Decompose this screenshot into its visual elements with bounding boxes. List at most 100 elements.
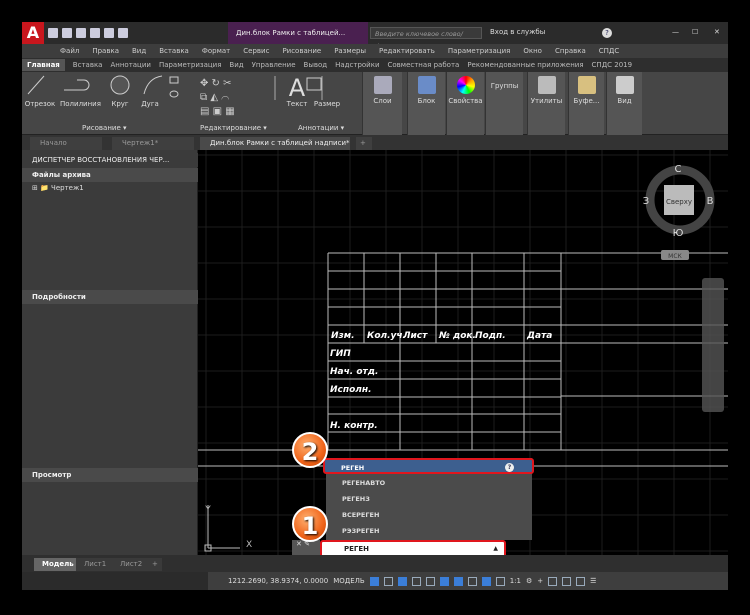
suggestion-regenall[interactable]: ВСЕРЕГЕН [326,507,532,523]
tab-sheet2[interactable]: Лист2 [112,558,151,571]
panel-block[interactable]: Блок [407,72,445,135]
menu-format[interactable]: Формат [202,47,230,55]
customize-menu-icon[interactable]: ☰ [590,577,596,585]
document-tabs: Начало Чертеж1* Дин.блок Рамки с таблице… [22,135,728,150]
panel-properties[interactable]: Свойства [446,72,484,135]
help-icon[interactable]: ? [602,28,612,38]
menu-help[interactable]: Справка [555,47,586,55]
viewcube-south[interactable]: Ю [673,228,684,239]
viewcube-east[interactable]: В [707,196,714,207]
signin-button[interactable]: Вход в службы [490,28,545,36]
archive-item[interactable]: ⊞ 📁 Чертеж1 [32,184,84,192]
tab-collaborate[interactable]: Совместная работа [388,61,460,69]
isolate-icon[interactable] [548,576,558,586]
tab-parametric[interactable]: Параметризация [159,61,221,69]
osnap-tracking-icon[interactable] [439,576,449,586]
group-annotation[interactable]: Аннотации ▾ [298,124,344,132]
suggestion-regen3[interactable]: РЕГЕНЗ [326,491,532,507]
print-icon[interactable] [104,28,114,38]
open-icon[interactable] [62,28,72,38]
help-icon[interactable]: ? [505,463,514,472]
menu-dimension[interactable]: Размеры [334,47,366,55]
panel-groups[interactable]: Группы [485,72,523,135]
autoscale-icon[interactable] [495,576,505,586]
menu-insert[interactable]: Вставка [159,47,189,55]
hardware-accel-icon[interactable] [562,576,572,586]
panel-clipboard[interactable]: Буфе... [568,72,604,135]
dimension-tool[interactable]: Размер [310,100,344,108]
grid-icon[interactable] [369,576,379,586]
tab-spds[interactable]: СПДС 2019 [592,61,633,69]
tab-insert[interactable]: Вставка [73,61,103,69]
suggestion-regen[interactable]: РЕГЕН? [323,458,534,474]
menu-window[interactable]: Окно [523,47,542,55]
plus-icon[interactable]: + [537,577,543,585]
menu-spds[interactable]: СПДС [599,47,620,55]
group-modify[interactable]: Редактирование ▾ [200,124,267,132]
snap-icon[interactable] [383,576,393,586]
arc-tool[interactable]: Дуга [138,100,162,108]
search-input[interactable]: Введите ключевое слово/фразу [370,27,482,50]
viewcube-north[interactable]: С [675,164,682,175]
polyline-tool[interactable]: Полилиния [60,100,101,108]
navigation-bar[interactable] [702,278,724,412]
menu-view[interactable]: Вид [132,47,146,55]
clean-screen-icon[interactable] [576,576,586,586]
menu-parametric[interactable]: Параметризация [448,47,510,55]
table-row-label: ГИП [330,349,351,359]
panel-view[interactable]: Вид [606,72,642,135]
minimize-button[interactable]: — [672,28,679,36]
details-header[interactable]: Подробности [22,290,198,304]
tab-drawing1[interactable]: Чертеж1* [112,137,194,150]
circle-tool[interactable]: Круг [108,100,132,108]
tab-start[interactable]: Начало [30,137,102,150]
view-icon [615,76,634,94]
save-icon[interactable] [76,28,86,38]
history-up-icon[interactable]: ▲ [493,542,498,556]
annotation-scale[interactable]: 1:1 [510,577,521,585]
tab-model[interactable]: Модель [34,558,82,571]
suggestion-rzregen[interactable]: РЭЗРЕГЕН [326,523,532,539]
lineweight-icon[interactable] [467,576,477,586]
app-menu-button[interactable]: A [22,22,44,44]
add-layout-button[interactable]: + [148,558,162,571]
panel-utilities[interactable]: Утилиты [527,72,565,135]
preview-header[interactable]: Просмотр [22,468,198,482]
tab-sheet1[interactable]: Лист1 [76,558,115,571]
suggestion-regenauto[interactable]: РЕГЕНАВТО [326,475,532,491]
model-space-button[interactable]: МОДЕЛЬ [333,577,365,585]
text-tool[interactable]: Текст [280,100,314,108]
step-badge-2: 2 [292,432,328,468]
new-icon[interactable] [48,28,58,38]
panel-layers[interactable]: Слои [362,72,402,135]
tab-featured-apps[interactable]: Рекомендованные приложения [467,61,583,69]
menu-tools[interactable]: Сервис [243,47,269,55]
isodraft-icon[interactable] [425,576,435,586]
new-tab-button[interactable]: + [356,137,372,150]
tab-output[interactable]: Вывод [304,61,328,69]
ucs-label: МСК [668,253,682,260]
menu-draw[interactable]: Рисование [282,47,321,55]
annotation-visibility-icon[interactable] [481,576,491,586]
tab-active-drawing[interactable]: Дин.блок Рамки с таблицей надписи* [200,137,350,150]
tab-addins[interactable]: Надстройки [335,61,379,69]
tab-view[interactable]: Вид [229,61,243,69]
close-button[interactable]: ✕ [714,28,720,36]
ortho-icon[interactable] [397,576,407,586]
gear-icon[interactable]: ⚙ [526,577,532,585]
undo-icon[interactable] [118,28,128,38]
tab-manage[interactable]: Управление [252,61,296,69]
osnap-icon[interactable] [453,576,463,586]
line-tool[interactable]: Отрезок [22,100,58,108]
menu-edit[interactable]: Правка [92,47,119,55]
menu-file[interactable]: Файл [60,47,79,55]
tab-annotate[interactable]: Аннотации [110,61,150,69]
maximize-button[interactable]: ☐ [692,28,698,36]
saveas-icon[interactable] [90,28,100,38]
polar-icon[interactable] [411,576,421,586]
viewcube-west[interactable]: З [643,196,649,207]
tab-home[interactable]: Главная [22,59,65,71]
archive-files-header[interactable]: Файлы архива [22,168,198,182]
menu-modify[interactable]: Редактировать [379,47,435,55]
group-draw[interactable]: Рисование ▾ [82,124,127,132]
